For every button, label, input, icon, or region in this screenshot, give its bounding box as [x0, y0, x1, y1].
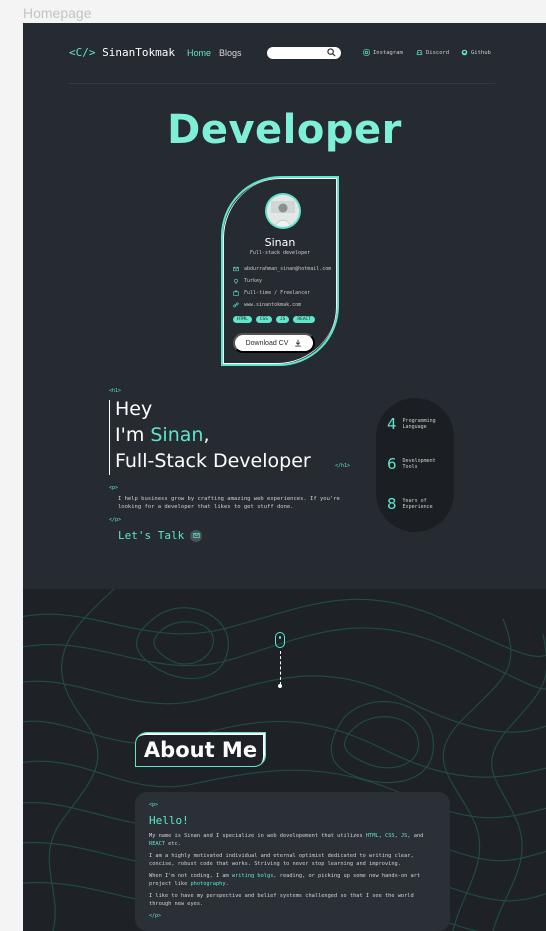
about-paragraph-4: I like to have my perspective and belief… [149, 893, 414, 907]
download-icon [295, 339, 302, 347]
location-text: Turkey [244, 278, 263, 284]
code-tag-h1-open: <h1> [109, 388, 122, 394]
lets-talk-label: Let's Talk [118, 529, 185, 542]
frame-label: Homepage [23, 5, 92, 21]
mail-icon [233, 266, 239, 272]
download-cv-button[interactable]: Download CV [233, 333, 315, 353]
stats-panel: 4 Programming Language 6 Development Too… [376, 398, 454, 532]
email-row: abdurrahman_sinan@hotmail.com [233, 266, 331, 272]
hero-description: I help business grow by crafting amazing… [118, 496, 340, 510]
work-text: Full-time / Freelancer [244, 290, 311, 296]
about-text: . [225, 880, 229, 887]
social-link-instagram[interactable]: Instagram [363, 49, 403, 56]
social-label: Discord [426, 49, 450, 56]
homepage-frame: <C/> SinanTokmak Home Blogs Instagram Di… [23, 23, 546, 931]
skill-tag: REACT [293, 316, 315, 323]
skill-html: HTML [365, 833, 379, 839]
skill-react: REACT [149, 840, 165, 847]
website-text[interactable]: www.sinantokmak.com [244, 302, 301, 308]
code-tag-p-open: <p> [109, 485, 119, 491]
skill-tag: JS [275, 316, 290, 323]
nav-divider [69, 83, 495, 84]
nav-link-blogs[interactable]: Blogs [219, 48, 242, 58]
stat-label: Years of Experience [402, 498, 433, 510]
about-card: <p> Hello! My name is Sinan and I specia… [135, 792, 450, 931]
skill-tag: HTML [233, 316, 252, 323]
about-hello: Hello! [149, 814, 189, 827]
hero-comma: , [203, 424, 210, 446]
about-title: About Me [135, 732, 266, 767]
logo-text: SinanTokmak [102, 46, 175, 59]
skill-css: CSS [385, 833, 395, 839]
stat-number: 4 [387, 415, 397, 433]
code-tag-h1-close: </h1> [335, 463, 351, 469]
page-title: Developer [167, 107, 402, 153]
logo-mark: <C/> [69, 46, 96, 59]
stat-number: 8 [387, 495, 397, 513]
location-icon [233, 278, 239, 284]
hero-name: Sinan [150, 424, 204, 446]
nav-link-home[interactable]: Home [187, 48, 211, 58]
card-role: Full-stack developer [249, 250, 311, 256]
location-row: Turkey [233, 278, 262, 284]
about-text: My name is Sinan and I specialize in web… [149, 833, 366, 839]
search-icon[interactable] [327, 48, 336, 57]
avatar-photo [267, 195, 299, 227]
navbar: <C/> SinanTokmak Home Blogs Instagram Di… [23, 23, 546, 83]
avatar [265, 193, 301, 229]
social-label: Github [471, 49, 491, 56]
email-text[interactable]: abdurrahman_sinan@hotmail.com [244, 266, 331, 272]
about-text: , and [407, 833, 424, 839]
about-text: When I'm not coding, I am [149, 873, 232, 879]
hero-im: I'm [115, 424, 151, 446]
lets-talk-link[interactable]: Let's Talk [118, 529, 203, 542]
skill-tag: CSS [255, 316, 272, 323]
discord-icon [416, 50, 423, 56]
github-icon [461, 49, 468, 56]
code-tag-p-close: </p> [109, 517, 122, 523]
stat-languages: 4 Programming Language [387, 415, 436, 433]
instagram-icon [363, 49, 370, 56]
about-paragraph-3: When I'm not coding, I am writing bolgs,… [149, 873, 439, 888]
social-label: Instagram [373, 49, 403, 56]
download-cv-label: Download CV [245, 339, 289, 347]
hero-heading: Hey I'm Sinan, Full-Stack Developer [115, 396, 311, 474]
mouse-scroll-icon[interactable] [275, 632, 285, 648]
social-link-discord[interactable]: Discord [416, 49, 449, 56]
work-row: Full-time / Freelancer [233, 290, 310, 296]
code-tag-p-open: <p> [149, 802, 159, 808]
link-icon [233, 302, 239, 308]
heading-bar [109, 400, 110, 475]
photography-link[interactable]: photography [190, 881, 225, 887]
about-paragraph-1: My name is Sinan and I specialize in web… [149, 833, 439, 848]
card-name: Sinan [264, 236, 296, 249]
search-input[interactable] [267, 47, 341, 59]
mail-icon [193, 533, 200, 538]
profile-card: Sinan Full-stack developer abdurrahman_s… [221, 176, 339, 366]
hero-role: Full-Stack Developer [115, 450, 311, 472]
person-icon [267, 195, 299, 227]
website-row: www.sinantokmak.com [233, 302, 301, 308]
logo[interactable]: <C/> SinanTokmak [69, 46, 175, 59]
hero-hey: Hey [115, 398, 153, 420]
blogs-link[interactable]: writing bolgs [232, 873, 273, 879]
stat-label: Programming Language [402, 418, 436, 430]
about-paragraph-2: I am a highly motivated individual and e… [149, 853, 414, 867]
stat-tools: 6 Development Tools [387, 455, 436, 473]
social-link-github[interactable]: Github [461, 49, 491, 56]
stat-experience: 8 Years of Experience [387, 495, 433, 513]
hero-section: <C/> SinanTokmak Home Blogs Instagram Di… [23, 23, 546, 589]
stat-number: 6 [387, 455, 397, 473]
mail-icon-badge [190, 529, 203, 542]
about-section: About Me <p> Hello! My name is Sinan and… [23, 589, 546, 931]
about-text: etc. [164, 840, 181, 847]
code-tag-p-close: </p> [149, 913, 162, 919]
hero-intro: I'm Sinan, [115, 422, 311, 448]
skill-tags: HTML CSS JS REACT [233, 316, 315, 323]
stat-label: Development Tools [402, 458, 436, 470]
scroll-indicator-line [280, 651, 281, 685]
briefcase-icon [233, 290, 239, 296]
scroll-indicator-dot [278, 684, 282, 688]
